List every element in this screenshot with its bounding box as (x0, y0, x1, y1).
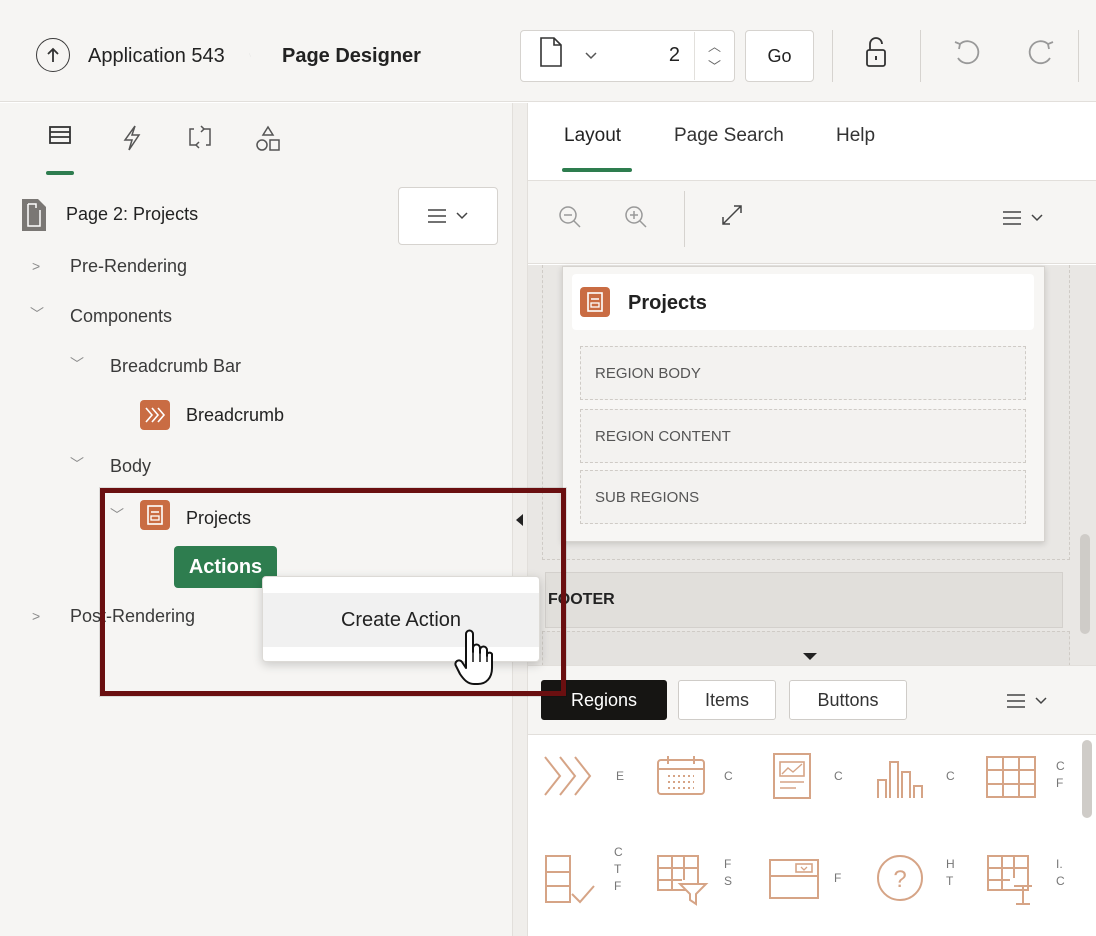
form-gallery-icon[interactable] (766, 856, 822, 902)
gallery-label: I. C (1056, 857, 1065, 888)
tree-menu-button[interactable] (398, 187, 498, 245)
chevron-down-icon[interactable]: ﹀ (70, 354, 84, 374)
breadcrumb-gallery-icon[interactable] (542, 754, 602, 798)
zoom-out-icon[interactable] (558, 205, 582, 229)
gallery-label: CTF (614, 845, 623, 893)
region-icon (580, 287, 610, 317)
lightning-icon (123, 125, 141, 151)
region-content-slot[interactable]: REGION CONTENT (580, 409, 1026, 463)
chevron-down-icon (456, 212, 468, 220)
page-number-input[interactable]: 2 (650, 44, 680, 67)
chevron-down-icon[interactable]: ﹀ (30, 304, 44, 324)
toolbar-divider (684, 191, 685, 247)
sub-regions-slot[interactable]: SUB REGIONS (580, 470, 1026, 524)
toolbar-divider (920, 30, 921, 82)
gallery-scrollbar[interactable] (1082, 740, 1092, 818)
tree-components[interactable]: Components (70, 306, 172, 327)
tree-breadcrumb[interactable]: Breadcrumb (186, 405, 284, 426)
cards-gallery-icon[interactable] (770, 750, 814, 802)
region-body-slot[interactable]: REGION BODY (580, 346, 1026, 400)
page-icon (22, 199, 46, 231)
chevron-up-icon[interactable]: ︿ (708, 36, 721, 55)
hamburger-icon[interactable] (1002, 211, 1022, 225)
breadcrumb-icon (140, 400, 170, 430)
chevron-right-icon[interactable]: > (32, 608, 40, 624)
gallery-label: HT (946, 857, 955, 888)
hamburger-icon[interactable] (1006, 694, 1026, 708)
tab-buttons[interactable]: Buttons (789, 680, 907, 720)
gallery-label: C (834, 769, 843, 783)
shared-components-tab[interactable] (248, 125, 288, 175)
calendar-gallery-icon[interactable] (654, 754, 710, 798)
faceted-search-gallery-icon[interactable] (654, 852, 710, 908)
hamburger-icon (428, 209, 446, 223)
resize-arrow-icon[interactable] (803, 653, 817, 660)
shapes-icon (256, 125, 280, 151)
breadcrumb-separator (249, 53, 251, 57)
expand-icon[interactable] (720, 203, 744, 227)
toolbar-divider (1078, 30, 1079, 82)
toolbar-divider (832, 30, 833, 82)
svg-text:?: ? (893, 866, 906, 893)
hand-cursor-icon (454, 629, 493, 685)
processing-tab[interactable] (180, 125, 220, 175)
chevron-down-icon[interactable] (1030, 213, 1044, 223)
gallery-label: C (724, 769, 733, 783)
callout-highlight-box (100, 488, 566, 696)
application-link[interactable]: Application 543 (88, 45, 225, 68)
layout-toolbar (528, 180, 1096, 264)
dynamic-actions-tab[interactable] (112, 125, 152, 175)
chevron-down-icon[interactable] (1034, 696, 1048, 706)
checklist-gallery-icon[interactable] (542, 852, 598, 908)
gallery-label: F (834, 871, 842, 885)
rendering-icon (49, 126, 71, 144)
top-toolbar: Application 543 Page Designer 2 ︿ ﹀ Go (0, 0, 1096, 102)
chevron-down-icon[interactable]: ﹀ (708, 56, 721, 75)
rendering-tab[interactable] (40, 125, 80, 175)
processing-icon (189, 125, 211, 149)
interactive-grid-gallery-icon[interactable] (984, 852, 1040, 908)
gallery-label: FS (724, 857, 733, 888)
gallery-label: CF (1056, 759, 1065, 790)
undo-icon[interactable] (952, 38, 984, 73)
help-gallery-icon[interactable]: ? (874, 852, 926, 904)
tab-items[interactable]: Items (678, 680, 776, 720)
tree-breadcrumb-bar[interactable]: Breadcrumb Bar (110, 356, 241, 377)
tree-page-node[interactable]: Page 2: Projects (66, 204, 198, 225)
canvas-scrollbar[interactable] (1080, 534, 1090, 634)
page-stepper[interactable]: ︿ ﹀ (694, 32, 734, 80)
tree-body[interactable]: Body (110, 456, 151, 477)
footer-slot[interactable]: FOOTER (545, 572, 1063, 628)
tab-help[interactable]: Help (836, 125, 875, 147)
chevron-down-icon[interactable]: ﹀ (70, 454, 84, 474)
grid-gallery-icon[interactable] (984, 754, 1038, 800)
unlock-icon[interactable] (862, 36, 890, 75)
gallery-label: C (946, 769, 955, 783)
active-tab-indicator (562, 168, 632, 172)
region-title: Projects (628, 292, 707, 314)
chevron-down-icon[interactable] (584, 48, 598, 64)
zoom-in-icon[interactable] (624, 205, 648, 229)
tab-page-search[interactable]: Page Search (674, 125, 784, 147)
page-icon[interactable] (538, 36, 564, 73)
tree-pre-rendering[interactable]: Pre-Rendering (70, 256, 187, 277)
go-button[interactable]: Go (745, 30, 814, 82)
chevron-right-icon[interactable]: > (32, 258, 40, 274)
tab-layout[interactable]: Layout (564, 125, 621, 147)
page-designer-title: Page Designer (282, 45, 421, 67)
gallery-label: E (616, 769, 625, 783)
redo-icon[interactable] (1024, 38, 1056, 73)
chart-gallery-icon[interactable] (874, 752, 926, 802)
up-arrow-icon[interactable] (36, 38, 70, 72)
